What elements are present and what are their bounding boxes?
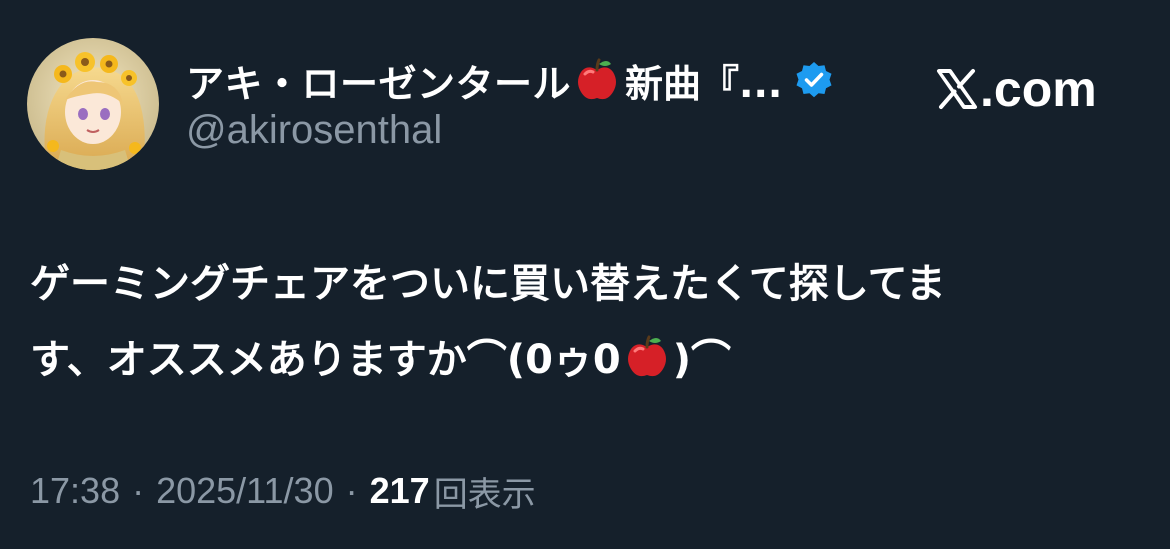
- tweet-date[interactable]: 2025/11/30: [156, 470, 334, 512]
- tweet-meta: 17:38 · 2025/11/30 · 217 回表示: [30, 466, 536, 516]
- x-logo-icon: [936, 67, 978, 111]
- meta-separator: ·: [132, 470, 145, 511]
- display-name: アキ・ローゼンタール: [186, 61, 572, 106]
- avatar[interactable]: [27, 38, 159, 170]
- apple-icon: [573, 56, 621, 104]
- tweet-time[interactable]: 17:38: [30, 470, 120, 512]
- tweet-line-2-prefix: す、オススメありますか⌒(0ゥ0: [30, 337, 621, 383]
- display-name-suffix: 新曲『...: [625, 61, 783, 106]
- apple-icon: [623, 330, 671, 378]
- tweet-text: ゲーミングチェアをついに買い替えたくて探してま す、オススメありますか⌒(0ゥ0…: [30, 246, 1140, 398]
- tweet-line-1: ゲーミングチェアをついに買い替えたくて探してま: [30, 261, 946, 307]
- site-domain: .com: [980, 61, 1097, 117]
- display-name-row[interactable]: アキ・ローゼンタール 新曲『...: [186, 52, 834, 108]
- verified-badge-icon: [794, 60, 834, 100]
- handle[interactable]: @akirosenthal: [186, 108, 442, 153]
- views-label: 回表示: [433, 474, 536, 515]
- tweet-line-2-suffix: )⌒: [672, 337, 732, 383]
- views-count[interactable]: 217: [370, 470, 430, 512]
- tweet-line-2: す、オススメありますか⌒(0ゥ0 )⌒: [30, 322, 1140, 398]
- tweet-card: アキ・ローゼンタール 新曲『... @akirosenthal .com ゲーミ…: [0, 0, 1170, 549]
- meta-separator: ·: [345, 470, 358, 511]
- site-brand[interactable]: .com: [936, 60, 1097, 118]
